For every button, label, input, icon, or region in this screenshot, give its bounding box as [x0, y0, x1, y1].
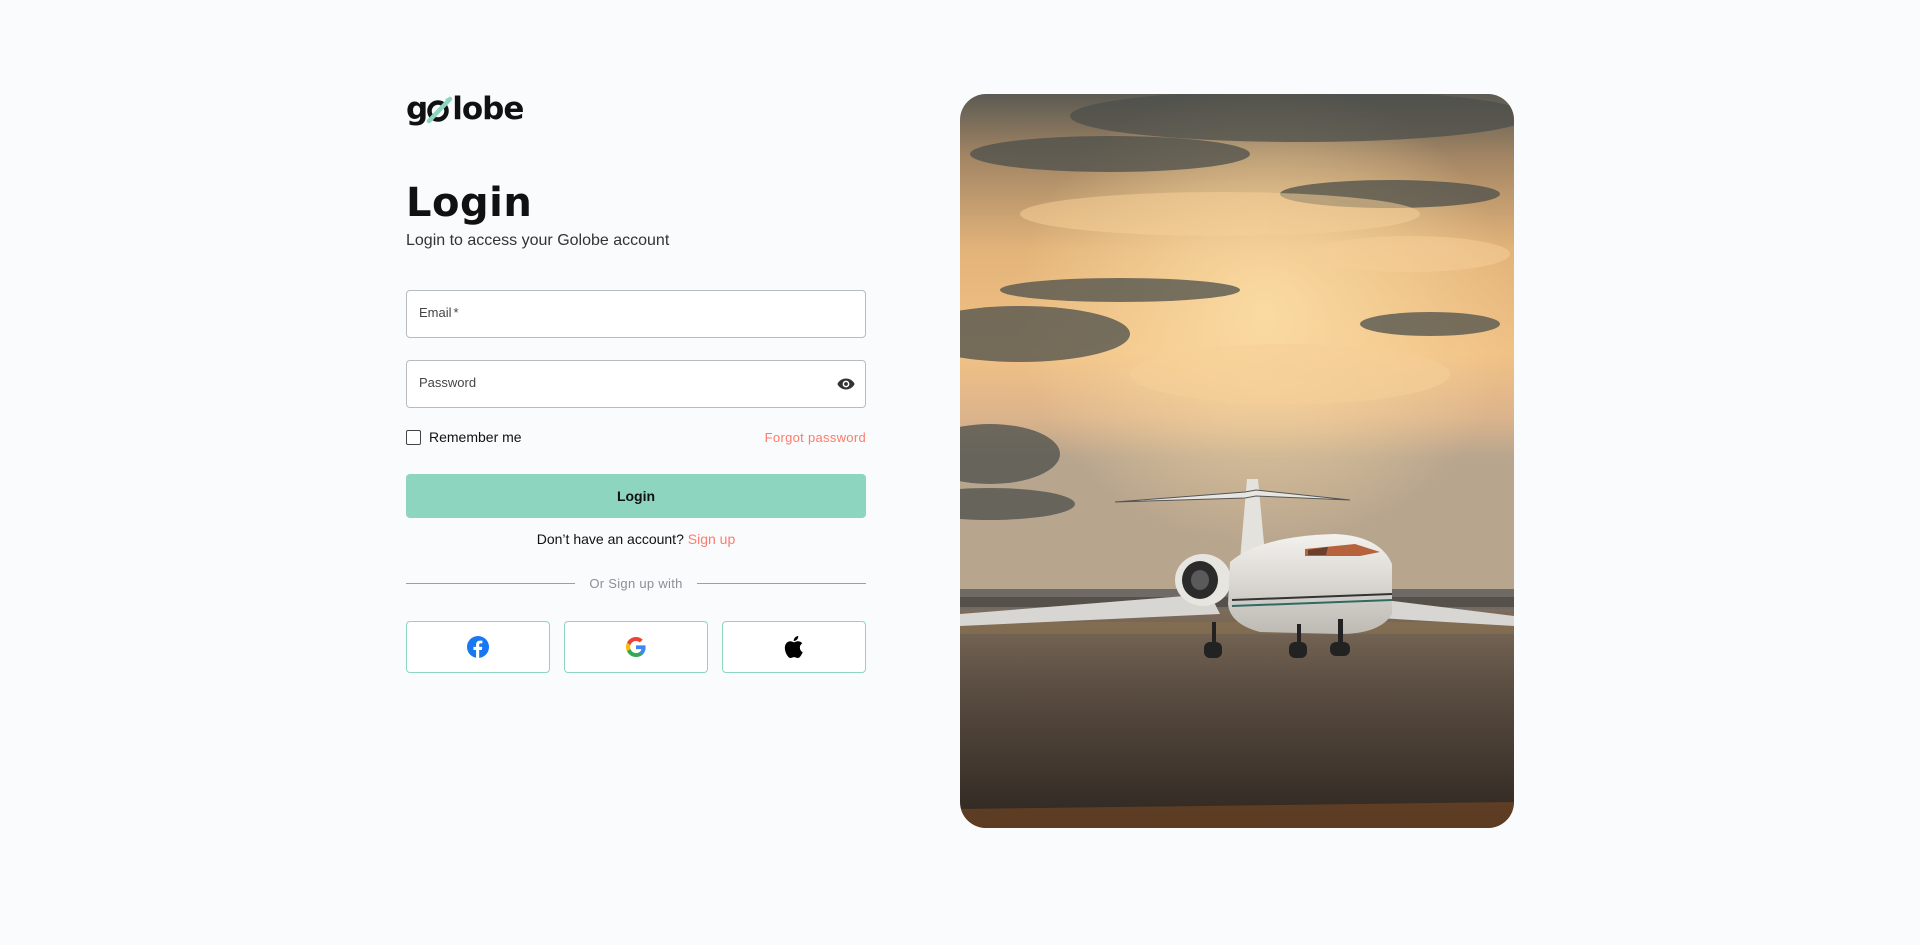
- social-login-buttons: [406, 621, 866, 673]
- login-panel: g lobe Login Login to access your Golobe…: [406, 90, 866, 673]
- facebook-login-button[interactable]: [406, 621, 550, 673]
- password-field[interactable]: Password: [406, 360, 866, 408]
- hero-image: [960, 94, 1514, 828]
- signup-prompt: Don’t have an account? Sign up: [406, 531, 866, 547]
- facebook-icon: [467, 636, 489, 658]
- social-divider: Or Sign up with: [406, 576, 866, 591]
- page-subtitle: Login to access your Golobe account: [406, 232, 670, 249]
- jet-runway-illustration: [960, 94, 1514, 828]
- remember-checkbox[interactable]: [406, 429, 421, 445]
- remember-label: Remember me: [429, 429, 522, 445]
- login-options-row: Remember me Forgot password: [406, 428, 866, 446]
- signup-link[interactable]: Sign up: [688, 531, 735, 547]
- remember-me[interactable]: Remember me: [406, 429, 522, 445]
- logo-plane-o-icon: [426, 96, 453, 124]
- divider-line-right: [696, 583, 866, 584]
- logo-text-end: lobe: [452, 91, 524, 127]
- google-login-button[interactable]: [564, 621, 708, 673]
- forgot-password-link[interactable]: Forgot password: [765, 430, 866, 445]
- password-input[interactable]: [407, 361, 865, 407]
- divider-line-left: [406, 583, 576, 584]
- page-title: Login: [406, 180, 533, 226]
- logo-text-start: g: [406, 91, 428, 127]
- apple-login-button[interactable]: [722, 621, 866, 673]
- login-button[interactable]: Login: [406, 474, 866, 518]
- divider-text: Or Sign up with: [589, 576, 683, 591]
- email-input[interactable]: [407, 291, 865, 337]
- email-field[interactable]: Email *: [406, 290, 866, 338]
- apple-icon: [784, 636, 803, 658]
- golobe-logo[interactable]: g lobe: [406, 90, 866, 128]
- eye-icon[interactable]: [835, 373, 857, 395]
- google-icon: [626, 637, 646, 657]
- signup-prompt-text: Don’t have an account?: [536, 531, 684, 547]
